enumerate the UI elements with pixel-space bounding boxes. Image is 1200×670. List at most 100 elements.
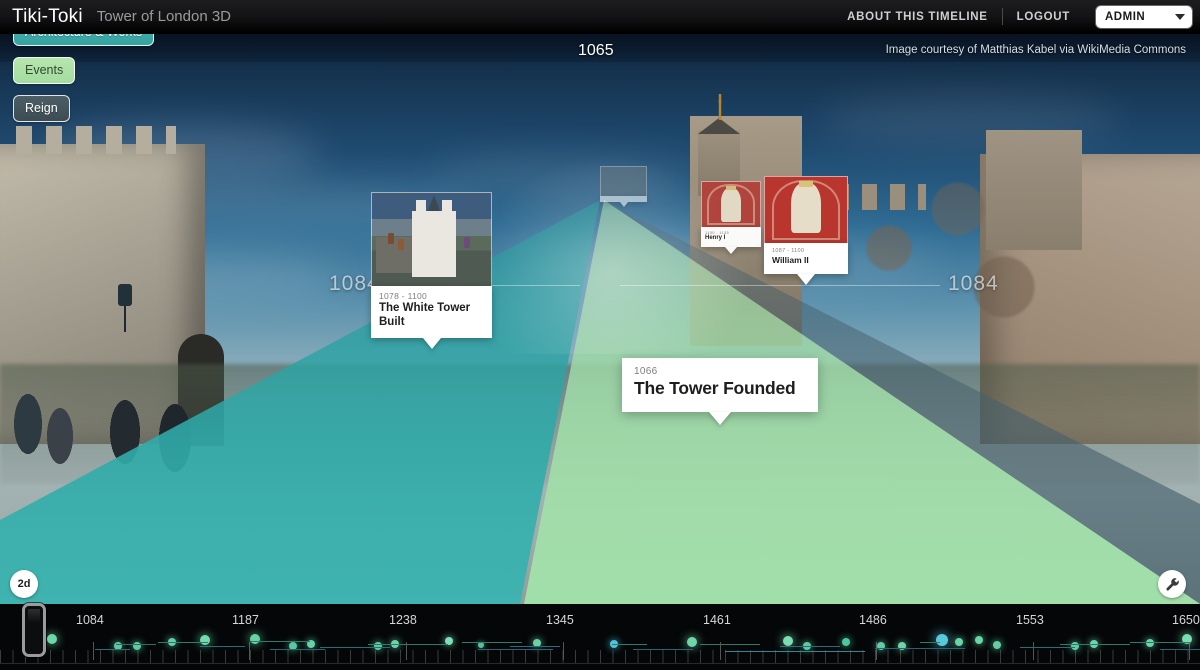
timeline-event-span[interactable] [320,647,390,648]
timeline-event-marker[interactable] [783,636,793,646]
timeline-event-span[interactable] [1130,642,1190,643]
timeline-event-span[interactable] [368,644,448,645]
timeline-major-tick [249,642,250,660]
timeline-major-tick [1033,642,1034,660]
category-button-reign[interactable]: Reign [13,95,70,122]
header-actions: ABOUT THIS TIMELINE LOGOUT ADMIN [833,0,1200,33]
timeline-event-marker[interactable] [955,638,963,646]
event-card-pointer [620,202,628,207]
event-card-title: Henry I [705,235,757,242]
timeline-tick-label: 1486 [859,613,887,627]
category-button-events[interactable]: Events [13,57,75,84]
timeline-major-tick [93,642,94,660]
timeline-ruler-baseline [0,663,1200,664]
timeline-event-marker[interactable] [47,634,57,644]
event-card-pointer [709,412,731,425]
event-card-distant[interactable] [600,166,647,202]
timeline-event-span[interactable] [700,644,760,645]
timeline-tick-label: 1553 [1016,613,1044,627]
figure-illustration [464,237,470,248]
event-card-white-tower-built[interactable]: 1078 - 1100 The White Tower Built [371,192,492,338]
timeline-event-span[interactable] [920,642,940,643]
timeline-event-marker[interactable] [842,638,850,646]
category-lanes [0,34,1200,604]
castle-wall-illustration [376,237,416,273]
crown-icon [799,181,814,187]
timeline-scrubber-bar[interactable]: 1084 1187 1238 1345 1461 1486 1553 1650 [0,604,1200,670]
event-card-date: 1078 - 1100 [379,291,484,301]
timeline-event-span[interactable] [1020,647,1075,648]
turret-illustration [428,195,440,211]
timeline-tick-label: 1084 [76,613,104,627]
wrench-icon [1164,576,1181,593]
timeline-event-span[interactable] [1060,644,1130,645]
timeline-tick-label: 1187 [232,613,259,627]
timeline-event-span[interactable] [725,651,865,652]
timeline-event-span[interactable] [200,646,245,647]
crown-icon [726,186,736,190]
timeline-event-marker[interactable] [200,635,210,645]
timeline-event-span[interactable] [478,649,553,650]
event-card-date: 1087 - 1100 [772,248,840,254]
timeline-3d-scene[interactable] [0,34,1200,604]
logout-link[interactable]: LOGOUT [1003,11,1084,23]
timeline-event-span[interactable] [158,642,208,643]
royal-portrait-illustration [721,188,742,222]
event-card-title: The Tower Founded [634,378,806,399]
ghost-year-label-right: 1084 [948,272,999,296]
page-title: Tower of London 3D [97,8,231,25]
timeline-event-span[interactable] [633,649,693,650]
event-card-date: 1066 [634,366,806,377]
event-card-body [600,196,647,202]
event-card-william-ii[interactable]: 1087 - 1100 William II [764,176,848,274]
castle-illustration [412,211,456,277]
timeline-scrubber-handle[interactable] [22,603,46,657]
timeline-event-span[interactable] [875,648,965,649]
timeline-event-span[interactable] [780,646,840,647]
event-card-thumbnail [764,176,848,243]
timeline-event-span[interactable] [116,644,156,645]
timeline-ruler-ticks [0,650,1200,664]
timeline-tick-label: 1238 [389,613,417,627]
event-card-body: 1087 - 1100 William II [764,243,848,274]
timeline-event-span[interactable] [1160,649,1200,650]
timeline-event-span[interactable] [612,644,647,645]
category-filter-group: Architecture & Works Events Reign [13,19,154,133]
event-card-pointer [725,247,737,254]
timeline-event-marker[interactable] [1146,639,1154,647]
timeline-event-marker[interactable] [993,641,1001,649]
image-credit-label: Image courtesy of Matthias Kabel via Wik… [886,44,1186,56]
timeline-event-marker[interactable] [975,636,983,644]
timeline-event-marker[interactable] [687,637,697,647]
event-card-tower-founded[interactable]: 1066 The Tower Founded [622,358,818,412]
current-year-label: 1065 [578,42,614,60]
event-card-body: 1100 - 1135 Henry I [701,227,761,247]
timeline-event-span[interactable] [95,649,130,650]
view-mode-toggle-button[interactable]: 2d [10,570,38,598]
timeline-event-span[interactable] [510,646,560,647]
event-card-thumbnail [371,192,492,286]
chevron-down-icon [1175,14,1185,20]
event-card-title: William II [772,255,840,265]
event-card-thumbnail [701,181,761,227]
settings-button[interactable] [1158,570,1186,598]
timeline-event-span[interactable] [270,649,325,650]
event-card-body: 1078 - 1100 The White Tower Built [371,286,492,338]
admin-dropdown[interactable]: ADMIN [1096,6,1192,28]
timeline-tick-label: 1461 [703,613,731,627]
figure-illustration [398,239,404,250]
timeline-event-span[interactable] [462,642,522,643]
tiki-toki-timeline-app: 1084 1084 1065 Image courtesy of Matthia… [0,0,1200,670]
timeline-major-tick [563,642,564,660]
event-card-title: The White Tower Built [379,302,484,329]
timeline-event-span[interactable] [250,641,310,642]
event-card-henry-i[interactable]: 1100 - 1135 Henry I [701,181,761,247]
timeline-tick-label: 1345 [546,613,574,627]
timeline-tick-label: 1650 [1172,613,1200,627]
event-card-pointer [423,338,441,349]
about-this-timeline-link[interactable]: ABOUT THIS TIMELINE [833,11,1001,23]
brand-logo[interactable]: Tiki-Toki [12,6,83,28]
timeline-event-marker[interactable] [936,634,948,646]
event-card-body: 1066 The Tower Founded [622,358,818,412]
timeline-event-marker[interactable] [250,634,260,644]
